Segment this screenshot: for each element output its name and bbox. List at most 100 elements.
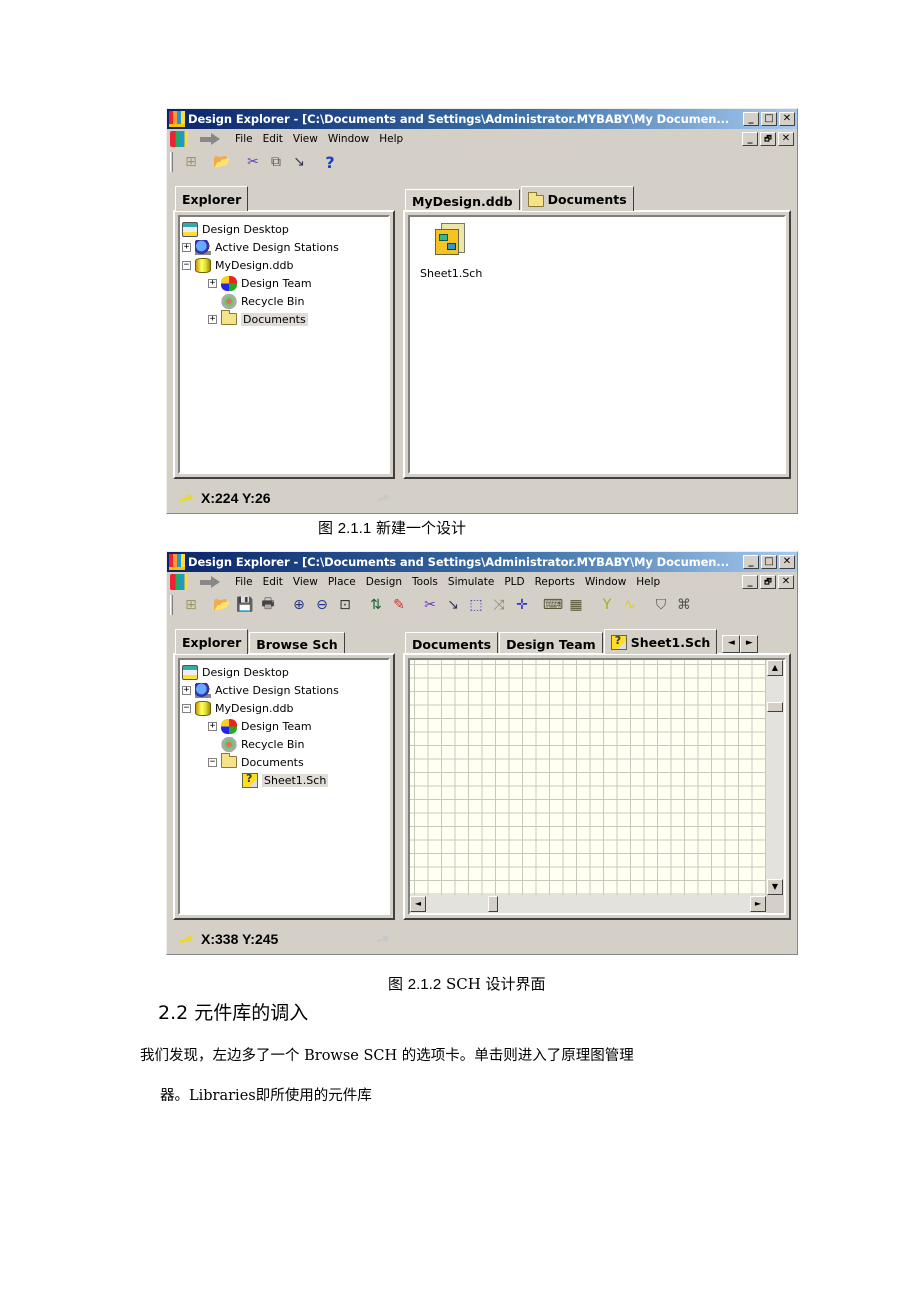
deselect-icon[interactable]: ⤨ [489, 595, 509, 615]
save-icon[interactable]: 💾 [235, 595, 255, 615]
zoom-in-icon[interactable]: ⊕ [289, 595, 309, 615]
menu-simulate[interactable]: Simulate [443, 576, 499, 588]
mdi-minimize-button[interactable]: _ [742, 132, 758, 146]
file-item-sheet1[interactable]: Sheet1.Sch [420, 223, 482, 280]
browse-library-icon[interactable]: ▦ [566, 595, 586, 615]
maximize-button[interactable]: □ [761, 555, 777, 569]
drawing-tools-icon[interactable]: ∿ [620, 595, 640, 615]
tree-node-mydesign-ddb[interactable]: − MyDesign.ddb [182, 699, 386, 717]
menu-help[interactable]: Help [374, 133, 408, 145]
expand-icon[interactable]: + [182, 685, 191, 695]
tab-design-team[interactable]: Design Team [499, 632, 603, 654]
mdi-close-button[interactable]: ✕ [778, 132, 794, 146]
paste-icon[interactable]: ↘ [443, 595, 463, 615]
copy-icon[interactable]: ⧉ [266, 152, 286, 172]
menu-file[interactable]: File [230, 576, 258, 588]
menu-reports[interactable]: Reports [530, 576, 580, 588]
menu-tools[interactable]: Tools [407, 576, 443, 588]
back-arrow-icon[interactable] [200, 576, 222, 588]
wiring-tools-icon[interactable]: Y [597, 595, 617, 615]
tab-browse-sch[interactable]: Browse Sch [249, 632, 345, 654]
tree-node-design-team[interactable]: + Design Team [182, 274, 386, 292]
toolbar-grip[interactable] [170, 595, 173, 615]
menu-help[interactable]: Help [631, 576, 665, 588]
tree-node-design-desktop[interactable]: Design Desktop [182, 663, 386, 681]
tab-scroll-left-button[interactable]: ◄ [722, 635, 741, 653]
select-icon[interactable]: ⬚ [466, 595, 486, 615]
tab-mydesign-ddb[interactable]: MyDesign.ddb [405, 189, 520, 211]
menu-edit[interactable]: Edit [258, 576, 288, 588]
horizontal-scrollbar[interactable]: ◄ ► [410, 895, 766, 913]
menu-window[interactable]: Window [580, 576, 631, 588]
expand-icon[interactable]: + [208, 278, 217, 288]
design-manager-icon[interactable]: ⊞ [181, 595, 201, 615]
cut-icon[interactable]: ✂ [420, 595, 440, 615]
document-app-icon[interactable] [170, 574, 188, 590]
tab-scroll-right-button[interactable]: ► [740, 635, 759, 653]
vertical-scroll-thumb[interactable] [767, 702, 783, 712]
menu-place[interactable]: Place [323, 576, 361, 588]
horizontal-scroll-thumb[interactable] [488, 896, 498, 912]
open-folder-icon[interactable]: 📂 [212, 152, 232, 172]
cross-probe-icon[interactable]: ✎ [389, 595, 409, 615]
tab-documents[interactable]: Documents [520, 186, 634, 211]
close-button[interactable]: ✕ [779, 112, 795, 126]
collapse-icon[interactable]: − [182, 260, 191, 270]
menu-view[interactable]: View [288, 576, 323, 588]
expand-icon[interactable]: + [208, 314, 217, 324]
menu-window[interactable]: Window [323, 133, 374, 145]
mdi-restore-button[interactable]: 🗗 [760, 132, 776, 146]
tab-sheet1-sch[interactable]: Sheet1.Sch [603, 629, 718, 654]
schematic-canvas[interactable] [410, 660, 766, 895]
tree-node-sheet1-sch[interactable]: Sheet1.Sch [182, 771, 386, 789]
close-button[interactable]: ✕ [779, 555, 795, 569]
tree-node-design-desktop[interactable]: Design Desktop [182, 220, 386, 238]
collapse-icon[interactable]: − [182, 703, 191, 713]
toolbar-grip[interactable] [170, 152, 173, 172]
maximize-button[interactable]: □ [761, 112, 777, 126]
tree-node-active-design-stations[interactable]: + Active Design Stations [182, 238, 386, 256]
mdi-restore-button[interactable]: 🗗 [760, 575, 776, 589]
mdi-close-button[interactable]: ✕ [778, 575, 794, 589]
tab-explorer[interactable]: Explorer [175, 186, 249, 211]
cut-icon[interactable]: ✂ [243, 152, 263, 172]
library-icon[interactable]: ⌨ [543, 595, 563, 615]
collapse-icon[interactable]: − [208, 757, 217, 767]
move-icon[interactable]: ✛ [512, 595, 532, 615]
print-icon[interactable]: 🖶 [258, 595, 278, 615]
tree-node-active-design-stations[interactable]: + Active Design Stations [182, 681, 386, 699]
minimize-button[interactable]: _ [743, 112, 759, 126]
open-folder-icon[interactable]: 📂 [212, 595, 232, 615]
tree-node-documents[interactable]: + Documents [182, 310, 386, 328]
digital-objects-icon[interactable]: ⌘ [674, 595, 694, 615]
hierarchy-icon[interactable]: ⇅ [366, 595, 386, 615]
scroll-right-button[interactable]: ► [750, 896, 766, 912]
menu-design[interactable]: Design [361, 576, 407, 588]
zoom-fit-icon[interactable]: ⊡ [335, 595, 355, 615]
tree-node-mydesign-ddb[interactable]: − MyDesign.ddb [182, 256, 386, 274]
menu-pld[interactable]: PLD [499, 576, 529, 588]
scroll-down-button[interactable]: ▼ [767, 879, 783, 895]
tree-node-recycle-bin[interactable]: Recycle Bin [182, 735, 386, 753]
scroll-up-button[interactable]: ▲ [767, 660, 783, 676]
tree-node-design-team[interactable]: + Design Team [182, 717, 386, 735]
expand-icon[interactable]: + [182, 242, 191, 252]
paste-icon[interactable]: ↘ [289, 152, 309, 172]
tree-node-recycle-bin[interactable]: Recycle Bin [182, 292, 386, 310]
power-icon[interactable]: ⛉ [651, 595, 671, 615]
mdi-minimize-button[interactable]: _ [742, 575, 758, 589]
design-manager-icon[interactable]: ⊞ [181, 152, 201, 172]
zoom-out-icon[interactable]: ⊖ [312, 595, 332, 615]
minimize-button[interactable]: _ [743, 555, 759, 569]
tree-node-documents[interactable]: − Documents [182, 753, 386, 771]
menu-file[interactable]: File [230, 133, 258, 145]
back-arrow-icon[interactable] [200, 133, 222, 145]
menu-edit[interactable]: Edit [258, 133, 288, 145]
menu-view[interactable]: View [288, 133, 323, 145]
scroll-left-button[interactable]: ◄ [410, 896, 426, 912]
help-icon[interactable]: ? [320, 152, 340, 172]
document-app-icon[interactable] [170, 131, 188, 147]
tab-documents[interactable]: Documents [405, 632, 499, 654]
tab-explorer[interactable]: Explorer [175, 629, 249, 654]
vertical-scrollbar[interactable]: ▲ ▼ [766, 660, 784, 895]
